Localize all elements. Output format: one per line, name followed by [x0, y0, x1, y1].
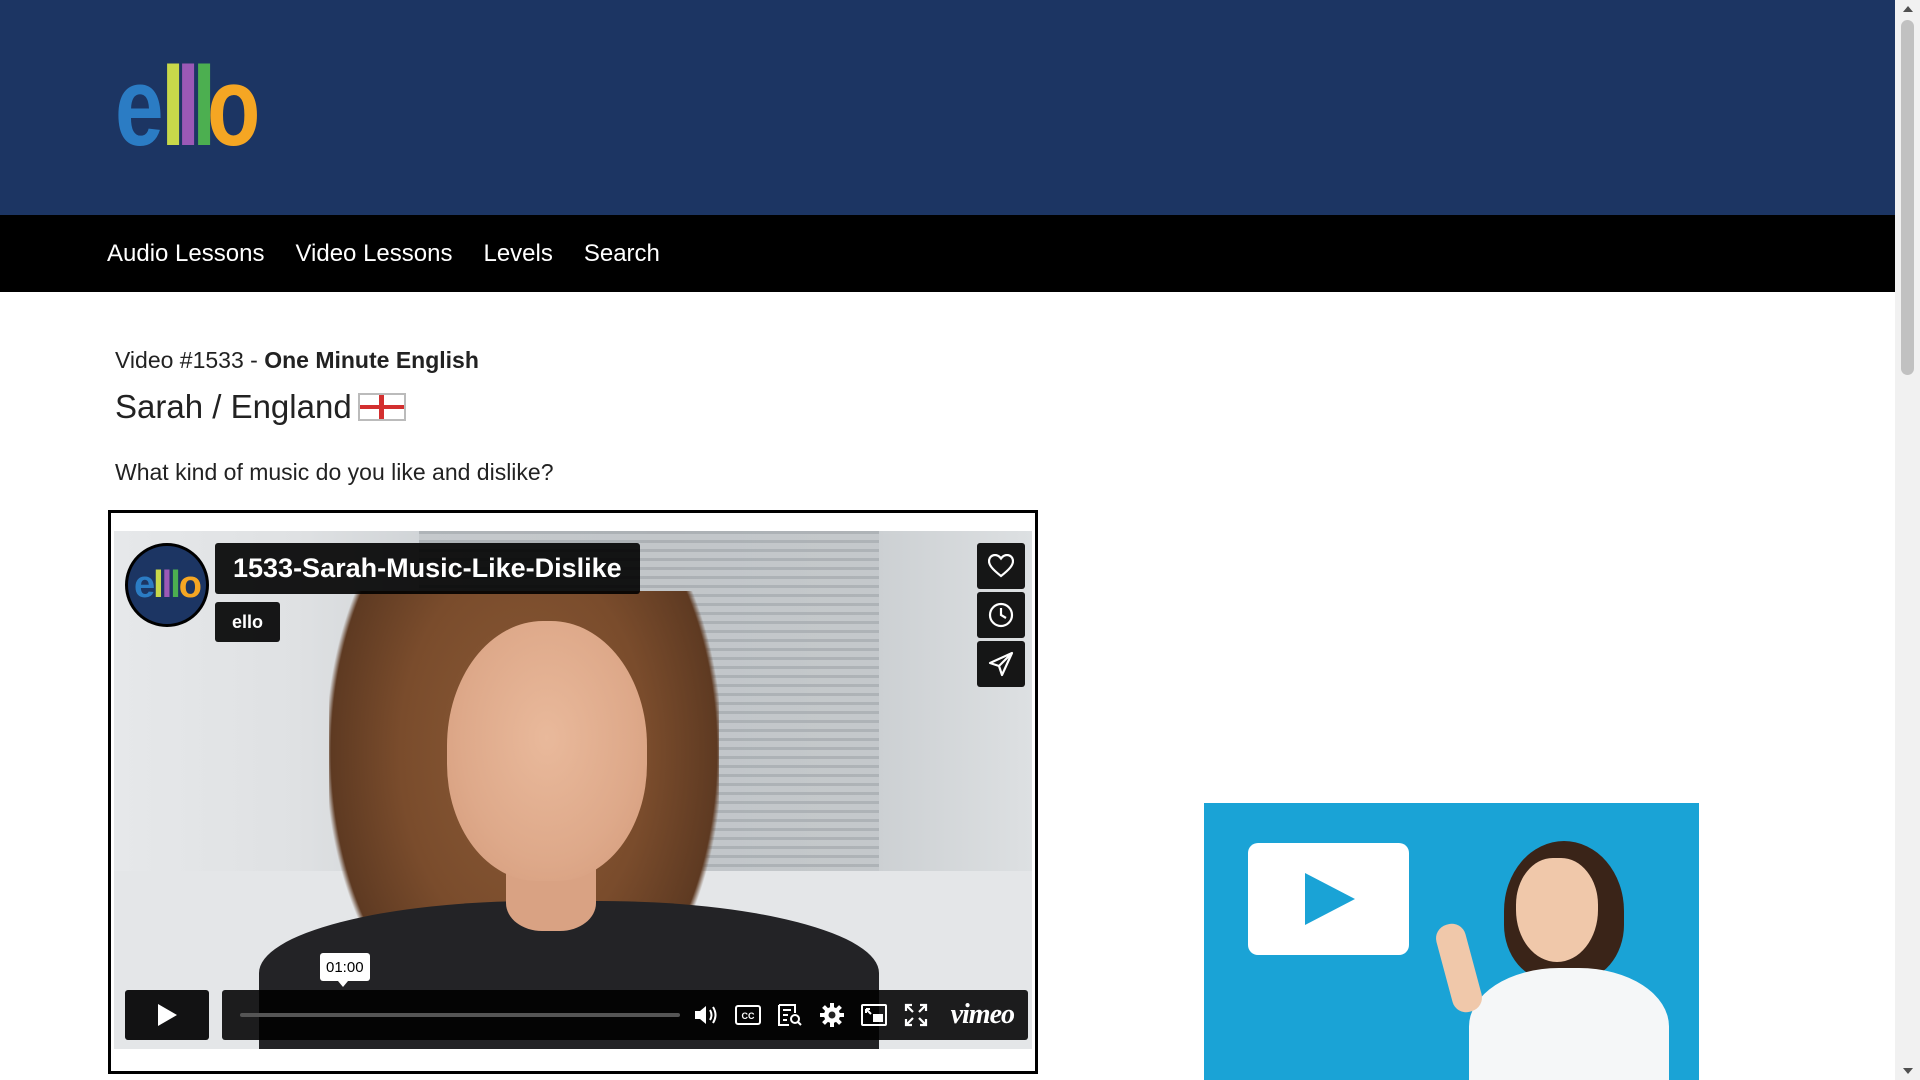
- england-flag-icon: [357, 393, 406, 421]
- scroll-up-icon[interactable]: [1903, 6, 1913, 12]
- progress-bar[interactable]: [240, 1013, 680, 1017]
- ad-woman-face: [1516, 858, 1598, 962]
- transcript-icon[interactable]: [776, 1002, 804, 1028]
- fullscreen-icon[interactable]: [902, 1002, 930, 1028]
- ello-logo[interactable]: e l l l o: [115, 44, 260, 169]
- settings-icon[interactable]: [818, 1002, 846, 1028]
- control-bar: 01:00 CC vimeo: [222, 953, 1028, 1040]
- avatar-letter: o: [178, 563, 202, 606]
- channel-avatar[interactable]: elllo: [125, 543, 209, 627]
- video-player-frame: elllo 1533-Sarah-Music-Like-Dislike ello…: [108, 510, 1038, 1074]
- speaker-heading: Sarah / England: [115, 388, 406, 426]
- lesson-question: What kind of music do you like and disli…: [115, 459, 554, 485]
- page-scrollbar[interactable]: [1895, 0, 1920, 1080]
- heart-icon: [988, 554, 1014, 578]
- avatar-letter: l: [170, 563, 180, 606]
- play-icon: [158, 1004, 177, 1026]
- avatar-letter: l: [153, 563, 163, 606]
- logo-letter: o: [206, 44, 260, 169]
- volume-icon[interactable]: [692, 1002, 720, 1028]
- video-title[interactable]: 1533-Sarah-Music-Like-Dislike: [215, 543, 640, 594]
- video-player[interactable]: elllo 1533-Sarah-Music-Like-Dislike ello…: [114, 531, 1032, 1049]
- clock-icon: [988, 602, 1014, 628]
- play-button[interactable]: [125, 990, 209, 1040]
- nav-levels[interactable]: Levels: [483, 240, 552, 268]
- lesson-series: One Minute English: [264, 347, 479, 373]
- like-button[interactable]: [977, 543, 1025, 589]
- scroll-thumb[interactable]: [1901, 20, 1914, 375]
- player-controls: 01:00 CC vimeo: [125, 953, 1028, 1040]
- main-nav: Audio Lessons Video Lessons Levels Searc…: [0, 215, 1895, 292]
- nav-audio-lessons[interactable]: Audio Lessons: [107, 240, 264, 268]
- time-tooltip: 01:00: [320, 953, 370, 987]
- ad-woman-arm: [1432, 920, 1486, 1016]
- vimeo-logo[interactable]: vimeo: [951, 999, 1015, 1031]
- lesson-number: Video #1533 -: [115, 347, 265, 373]
- lesson-subtitle: Video #1533 - One Minute English: [115, 347, 479, 374]
- nav-search[interactable]: Search: [584, 240, 660, 268]
- pip-icon[interactable]: [860, 1002, 888, 1028]
- logo-letter: e: [115, 44, 164, 169]
- video-owner[interactable]: ello: [215, 602, 281, 642]
- page: e l l l o Audio Lessons Video Lessons Le…: [0, 0, 1920, 1080]
- video-speaker-face: [447, 621, 647, 881]
- site-header: e l l l o: [0, 0, 1895, 215]
- watch-later-button[interactable]: [977, 592, 1025, 638]
- advertisement[interactable]: [1204, 803, 1699, 1080]
- share-button[interactable]: [977, 641, 1025, 687]
- scroll-down-icon[interactable]: [1903, 1068, 1913, 1074]
- ad-play-box: [1248, 843, 1409, 955]
- share-icon: [988, 651, 1014, 677]
- avatar-letter: e: [133, 563, 155, 606]
- play-icon: [1304, 873, 1355, 925]
- ad-woman-body: [1469, 968, 1669, 1080]
- svg-text:CC: CC: [742, 1011, 755, 1021]
- cc-icon[interactable]: CC: [734, 1002, 762, 1028]
- nav-video-lessons[interactable]: Video Lessons: [295, 240, 452, 268]
- speaker-name: Sarah / England: [115, 388, 352, 425]
- avatar-letter: l: [161, 563, 172, 606]
